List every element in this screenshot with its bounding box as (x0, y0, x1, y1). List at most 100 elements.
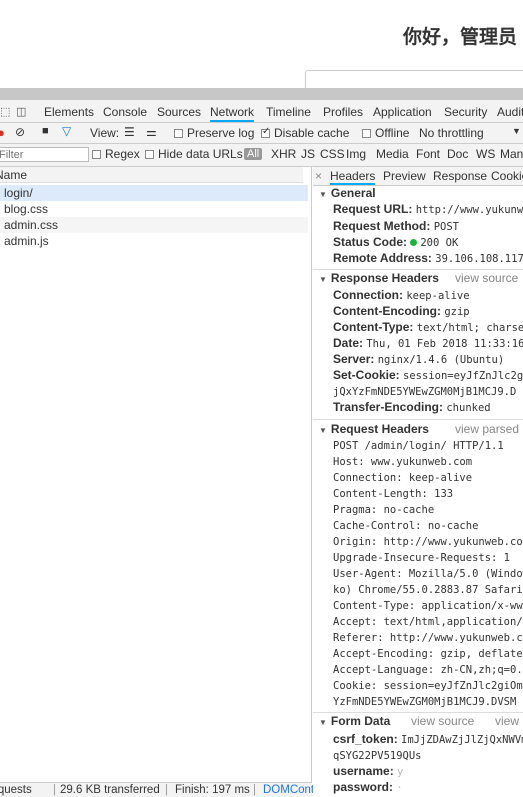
offline-label: Offline (375, 126, 410, 140)
request-header-line: Host: www.yukunweb.com (333, 456, 473, 468)
form-data-section-header[interactable]: ▼ Form Data (319, 714, 390, 728)
request-name: admin.css (4, 218, 59, 232)
checkbox-icon (362, 129, 371, 138)
throttling-select[interactable]: No throttling (419, 126, 484, 140)
form-data-row: password: · (333, 780, 403, 794)
transferred-size: 29.6 KB transferred (60, 784, 160, 796)
overview-icon[interactable]: ⚌ (146, 125, 157, 139)
request-header-line: Origin: http://www.yukunweb.com (333, 536, 523, 548)
page-scrollbar[interactable] (0, 88, 523, 100)
request-header-line: Accept-Encoding: gzip, deflate (333, 648, 523, 660)
triangle-down-icon: ▼ (319, 190, 327, 199)
tab-headers[interactable]: Headers (330, 169, 376, 185)
response-headers-title: Response Headers (330, 271, 439, 285)
offline-checkbox[interactable]: Offline (362, 126, 409, 140)
request-row-blog-css[interactable]: blog.css (0, 201, 308, 217)
request-header-line: Cache-Control: no-cache (333, 520, 479, 532)
response-header-row: Connection: keep-alive (333, 288, 470, 302)
tab-security[interactable]: Security (444, 105, 487, 119)
view-source-link[interactable]: view source (411, 714, 474, 728)
request-name: admin.js (4, 234, 49, 248)
tab-preview[interactable]: Preview (383, 169, 426, 183)
general-row: Request Method: POST (333, 219, 459, 233)
request-header-line: ko) Chrome/55.0.2883.87 Safari/537.36 (333, 584, 523, 596)
disable-cache-checkbox[interactable]: Disable cache (261, 126, 349, 140)
filter-xhr[interactable]: XHR (271, 147, 296, 161)
response-header-row: Date: Thu, 01 Feb 2018 11:33:16 GMT (333, 336, 523, 350)
device-toggle-icon[interactable]: ◫ (16, 105, 26, 118)
request-header-line: Cookie: session=eyJfZnJlc2giOmZhbHNl (333, 680, 523, 692)
filter-doc[interactable]: Doc (447, 147, 468, 161)
form-data-row: username: y (333, 764, 404, 778)
tab-cookies[interactable]: Cookies (491, 169, 523, 183)
request-row-admin-css[interactable]: admin.css (0, 217, 308, 233)
tab-audits[interactable]: Audits (497, 105, 523, 119)
filter-manifest[interactable]: Manifest (500, 147, 523, 161)
form-data-title: Form Data (330, 714, 391, 728)
hide-data-urls-checkbox[interactable]: Hide data URLs (145, 147, 243, 161)
view-label: View: (90, 126, 120, 140)
hide-data-urls-label: Hide data URLs (158, 147, 243, 161)
general-section-header[interactable]: ▼ General (319, 186, 376, 200)
filter-input[interactable] (0, 147, 89, 162)
filter-font[interactable]: Font (416, 147, 440, 161)
request-header-line: Connection: keep-alive (333, 472, 473, 484)
request-header-line: Referer: http://www.yukunweb.com/admin/l… (333, 632, 523, 644)
chevron-down-icon[interactable]: ▼ (512, 126, 521, 136)
form-data-row: csrf_token: ImJjZDAwZjJlZjQxNWVmZmRh (333, 732, 523, 746)
network-toolbar: ● ⊘ ■ ▽ View: ☰ ⚌ Preserve log Disable c… (0, 123, 523, 144)
request-headers-section-header[interactable]: ▼ Request Headers (319, 422, 429, 436)
tab-profiles[interactable]: Profiles (323, 105, 363, 119)
regex-label: Regex (105, 147, 140, 161)
page-greeting: 你好，管理员 (403, 27, 518, 48)
tab-response[interactable]: Response (433, 169, 487, 183)
webpage-area: 你好，管理员 (0, 0, 523, 90)
disable-cache-label: Disable cache (274, 126, 350, 140)
network-status-bar: 4 requests | 29.6 KB transferred | Finis… (0, 782, 368, 797)
request-header-line: Accept-Language: zh-CN,zh;q=0.8 (333, 664, 523, 676)
tab-network[interactable]: Network (210, 105, 255, 122)
tab-console[interactable]: Console (103, 105, 147, 119)
requests-count: 4 requests (0, 784, 32, 796)
record-icon[interactable]: ● (0, 125, 5, 140)
request-headers-title: Request Headers (330, 422, 429, 436)
regex-checkbox[interactable]: Regex (92, 147, 140, 161)
filter-all-button[interactable]: All (244, 148, 263, 160)
tab-elements[interactable]: Elements (44, 105, 94, 119)
filter-ws[interactable]: WS (476, 147, 495, 161)
capture-screenshots-icon[interactable]: ■ (42, 125, 49, 137)
response-headers-section-header[interactable]: ▼ Response Headers (319, 271, 439, 285)
clear-icon[interactable]: ⊘ (15, 125, 25, 139)
triangle-down-icon: ▼ (319, 718, 327, 727)
close-detail-icon[interactable]: × (315, 169, 322, 183)
devtools-tab-bar: ⬚ ◫ Elements Console Sources Network Tim… (0, 100, 523, 123)
filter-js[interactable]: JS (301, 147, 315, 161)
tab-sources[interactable]: Sources (157, 105, 201, 119)
view-parsed-link[interactable]: view parsed (455, 422, 519, 436)
finish-time: Finish: 197 ms (175, 784, 250, 796)
request-header-line: Content-Length: 133 (333, 488, 454, 500)
filter-icon[interactable]: ▽ (62, 124, 71, 138)
filter-bar: Regex Hide data URLs All XHR JS CSS Img … (0, 144, 523, 167)
tab-application[interactable]: Application (373, 105, 432, 119)
name-column-header[interactable]: Name (0, 167, 303, 183)
request-row-admin-js[interactable]: admin.js (0, 233, 308, 249)
view-url-encoded-link[interactable]: view URL encoded (495, 714, 523, 728)
preserve-log-checkbox[interactable]: Preserve log (174, 126, 254, 140)
page-input-box[interactable] (305, 70, 523, 90)
filter-css[interactable]: CSS (320, 147, 345, 161)
inspect-icon[interactable]: ⬚ (0, 105, 10, 118)
headers-panel: ▼ General Request URL: http://www.yukunwe… (313, 186, 523, 797)
tab-timeline[interactable]: Timeline (266, 105, 311, 119)
checkbox-icon (92, 150, 101, 159)
filter-img[interactable]: Img (346, 147, 366, 161)
filter-media[interactable]: Media (376, 147, 409, 161)
view-source-link[interactable]: view source (455, 271, 518, 285)
general-row: Remote Address: 39.106.108.117:80 (333, 251, 523, 265)
general-row: Request URL: http://www.yukunweb.com/adm… (333, 202, 523, 216)
request-row-login[interactable]: login/ (0, 185, 308, 201)
request-name: login/ (4, 186, 33, 200)
large-rows-icon[interactable]: ☰ (124, 125, 135, 139)
response-header-row: Transfer-Encoding: chunked (333, 400, 491, 414)
form-data-row: qSYG22PV519QUs (333, 750, 422, 762)
